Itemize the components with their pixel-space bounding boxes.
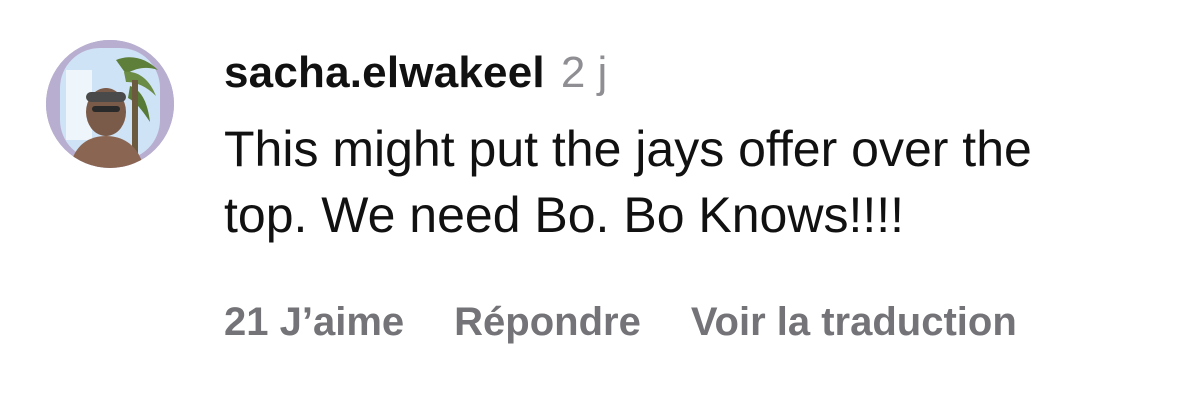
avatar-image [46, 40, 174, 168]
see-translation-button[interactable]: Voir la traduction [691, 300, 1017, 345]
comment-actions: 21 J’aime Répondre Voir la traduction [224, 300, 1017, 345]
username-link[interactable]: sacha.elwakeel [224, 48, 545, 98]
avatar[interactable] [46, 40, 174, 168]
comment: sacha.elwakeel 2 j This might put the ja… [0, 0, 1200, 409]
reply-button[interactable]: Répondre [454, 300, 641, 345]
comment-text: This might put the jays offer over the t… [224, 121, 1032, 243]
comment-content: sacha.elwakeel 2 j This might put the ja… [224, 48, 1184, 248]
comment-header: sacha.elwakeel 2 j [224, 48, 1184, 110]
likes-count-button[interactable]: 21 J’aime [224, 300, 404, 345]
comment-timestamp[interactable]: 2 j [561, 48, 607, 98]
